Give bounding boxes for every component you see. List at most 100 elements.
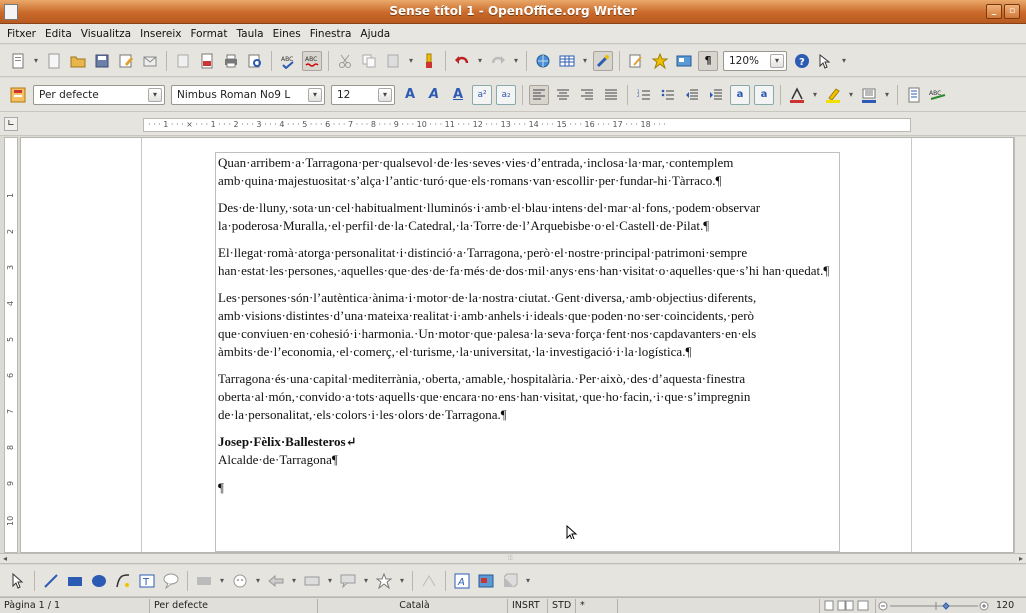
subscript-icon[interactable]: a₂ [496,84,516,105]
stars-icon[interactable] [374,571,394,591]
minimize-button[interactable]: _ [986,4,1002,19]
callouts-icon[interactable] [338,571,358,591]
whats-this-icon[interactable] [816,51,836,71]
redo-dropdown-icon[interactable]: ▾ [511,51,521,71]
chevron-down-icon[interactable]: ▾ [148,87,162,102]
insert-mode-indicator[interactable]: INSRT [508,599,548,613]
paragraph[interactable]: Tarragona·és·una·capital·mediterrània,·o… [218,370,848,424]
paragraph[interactable]: Quan·arribem·a·Tarragona·per·qualsevol·d… [218,154,848,190]
stars-dropdown-icon[interactable]: ▾ [397,571,407,591]
undo-icon[interactable] [452,51,472,71]
menu-edit[interactable]: Edita [42,28,75,40]
selection-mode-indicator[interactable]: STD [548,599,576,613]
show-draw-functions-icon[interactable] [593,50,613,71]
extrusion-icon[interactable] [500,571,520,591]
redo-icon[interactable] [488,51,508,71]
bold-icon[interactable]: A [400,85,420,105]
menu-tools[interactable]: Eines [270,28,304,40]
horizontal-scrollbar[interactable]: ◂ ⦙⦙⦙ ▸ [0,553,1026,564]
toolbar-options-icon[interactable]: ▾ [839,51,849,71]
view-layout-buttons[interactable] [820,599,876,613]
flowchart-icon[interactable] [302,571,322,591]
maximize-button[interactable]: ▫ [1004,4,1020,19]
language-indicator[interactable]: Català [318,599,508,613]
autospellcheck-icon[interactable]: ABC [302,50,322,71]
table-dropdown-icon[interactable]: ▾ [580,51,590,71]
paste-icon[interactable] [383,51,403,71]
menu-file[interactable]: Fitxer [4,28,39,40]
menu-insert[interactable]: Insereix [137,28,184,40]
new-dropdown-icon[interactable]: ▾ [31,51,41,71]
justify-icon[interactable] [601,85,621,105]
paragraph-style-combo[interactable]: Per defecte ▾ [33,84,165,105]
paragraph[interactable]: Des·de·lluny,·sota·un·cel·habitualment·l… [218,199,848,235]
ellipse-tool-icon[interactable] [89,571,109,591]
paste-dropdown-icon[interactable]: ▾ [406,51,416,71]
zoom-slider[interactable] [878,601,990,611]
align-right-icon[interactable] [577,85,597,105]
scroll-right-icon[interactable]: ▸ [1019,554,1023,563]
document-area[interactable]: Quan·arribem·a·Tarragona·per·qualsevol·d… [20,137,1014,553]
rectangle-tool-icon[interactable] [65,571,85,591]
numbering-icon[interactable]: 12 [634,85,654,105]
abc-autocorrect-icon[interactable]: ABC [928,85,948,105]
insert-image-icon[interactable] [476,571,496,591]
open-folder-icon[interactable] [68,51,88,71]
block-arrows-icon[interactable] [266,571,286,591]
flowchart-dropdown-icon[interactable]: ▾ [325,571,335,591]
paragraph[interactable]: Les·persones·són·l’autèntica·ànima·i·mot… [218,289,848,361]
new-document-icon[interactable] [8,51,28,71]
callout-tool-icon[interactable] [161,571,181,591]
edit-mode-icon[interactable] [173,51,193,71]
table-icon[interactable] [557,51,577,71]
menu-window[interactable]: Finestra [307,28,355,40]
print-icon[interactable] [221,51,241,71]
background-color-icon[interactable] [859,85,879,105]
document-body[interactable]: Quan·arribem·a·Tarragona·per·qualsevol·d… [218,154,848,506]
clone-formatting-icon[interactable] [419,51,439,71]
cut-icon[interactable] [335,51,355,71]
chevron-down-icon[interactable]: ▾ [308,87,322,102]
scroll-grip-icon[interactable]: ⦙⦙⦙ [508,554,513,563]
symbol-shapes-icon[interactable] [230,571,250,591]
page-style-indicator[interactable]: Per defecte [150,599,318,613]
menu-help[interactable]: Ajuda [357,28,393,40]
font-size-combo[interactable]: 12 ▾ [331,84,395,105]
templates-icon[interactable] [44,51,64,71]
tab-stop-selector[interactable]: ∟ [4,117,18,131]
chevron-down-icon[interactable]: ▾ [770,53,784,68]
highlighting-dropdown-icon[interactable]: ▾ [846,85,856,105]
signature-title[interactable]: Alcalde·de·Tarragona¶ [218,451,848,469]
spellcheck-icon[interactable]: ABC [278,51,298,71]
block-arrows-dropdown-icon[interactable]: ▾ [289,571,299,591]
increase-indent-icon[interactable] [706,85,726,105]
horizontal-ruler[interactable]: · · · 1 · · · ⨯ · · · 1 · · · 2 · · · 3 … [143,118,911,132]
edit-file-icon[interactable] [116,51,136,71]
font-color-icon[interactable] [787,85,807,105]
print-preview-icon[interactable] [245,51,265,71]
vertical-ruler[interactable]: 1 2 3 4 5 6 7 8 9 10 [4,137,18,553]
nonprinting-characters-icon[interactable]: ¶ [698,50,718,71]
hyperlink-icon[interactable] [533,51,553,71]
undo-dropdown-icon[interactable]: ▾ [475,51,485,71]
background-color-dropdown-icon[interactable]: ▾ [882,85,892,105]
freeform-tool-icon[interactable] [113,571,133,591]
basic-shapes-icon[interactable] [194,571,214,591]
select-pointer-icon[interactable] [8,571,28,591]
find-replace-icon[interactable] [626,51,646,71]
paragraph[interactable]: El·llegat·romà·atorga·personalitat·i·dis… [218,244,848,280]
highlighting-icon[interactable] [823,85,843,105]
email-icon[interactable] [140,51,160,71]
superscript-icon[interactable]: a² [472,84,492,105]
line-tool-icon[interactable] [41,571,61,591]
callouts-dropdown-icon[interactable]: ▾ [361,571,371,591]
zoom-combo[interactable]: 120% ▾ [723,50,787,71]
menu-view[interactable]: Visualitza [78,28,134,40]
view-layout-icon[interactable] [824,599,872,611]
toolbar-options-icon[interactable]: ▾ [523,571,533,591]
align-center-icon[interactable] [553,85,573,105]
italic-icon[interactable]: A [424,85,444,105]
paragraph-spacing-increase-icon[interactable]: a [730,84,750,105]
basic-shapes-dropdown-icon[interactable]: ▾ [217,571,227,591]
vertical-scrollbar[interactable] [1014,137,1026,553]
